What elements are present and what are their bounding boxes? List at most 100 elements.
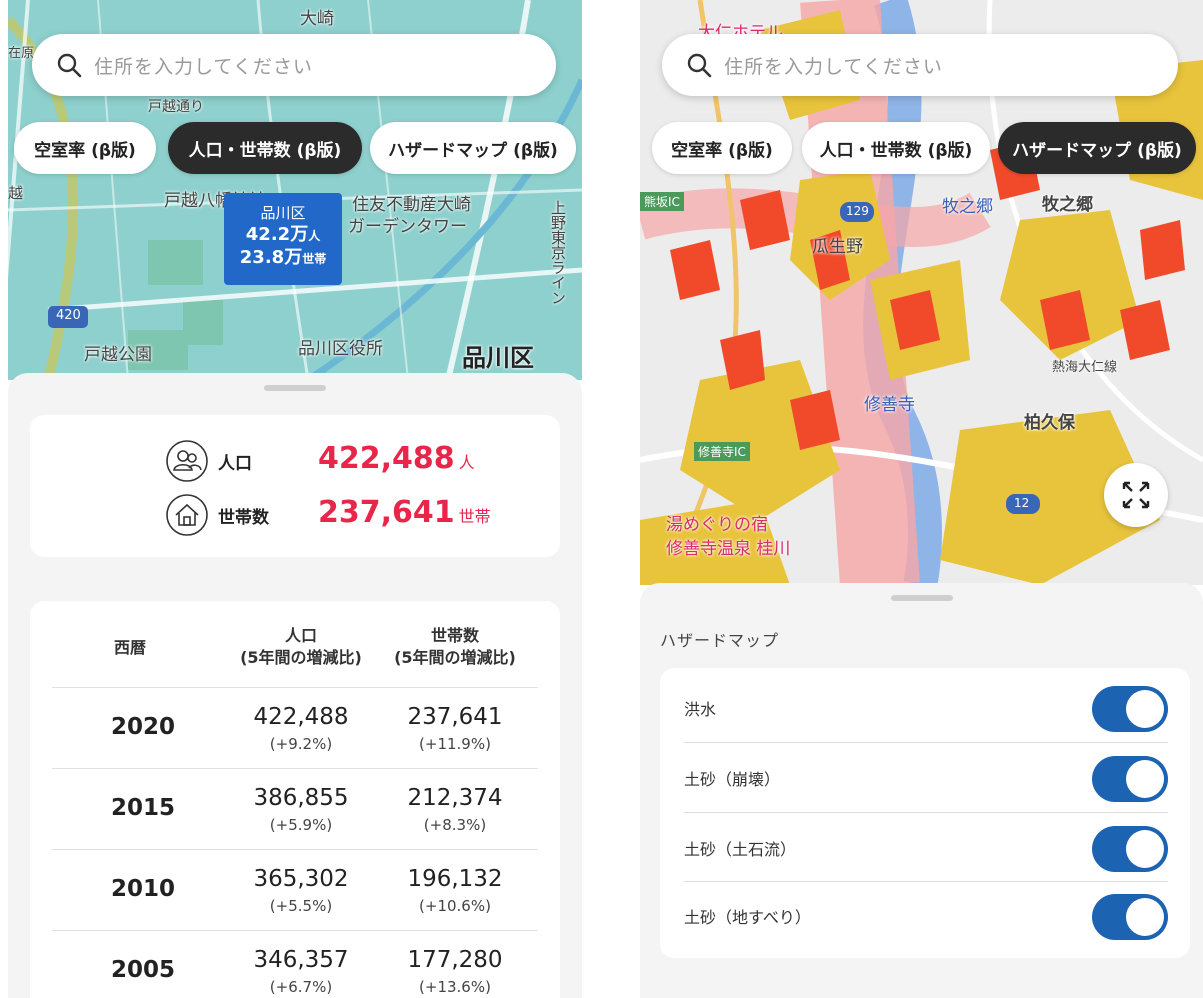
collapse-toggle[interactable] (1092, 756, 1168, 802)
population-unit: 人 (458, 453, 475, 472)
summary-card: 人口 422,488 人 世帯数 237,641 世帯 (30, 415, 560, 557)
row-households: 237,641 (407, 704, 503, 730)
callout-households: 23.8万 (239, 247, 303, 268)
search-placeholder: 住所を入力してください (724, 55, 943, 78)
callout-population-unit: 人 (308, 229, 321, 243)
hotel-label: 湯めぐりの宿 (666, 515, 768, 535)
row-households-change: (+8.3%) (423, 816, 487, 834)
layer-label: 洪水 (684, 700, 717, 719)
flood-toggle[interactable] (1092, 686, 1168, 732)
table-row: 2005 346,357 (+6.7%) 177,280 (+13.6%) (52, 930, 538, 998)
table-row: 2015 386,855 (+5.9%) 212,374 (+8.3%) (52, 768, 538, 849)
population-label: 人口 (218, 454, 252, 474)
households-unit: 世帯 (458, 507, 491, 526)
header-population: 人口 (5年間の増減比) (226, 625, 376, 669)
row-population: 346,357 (253, 947, 349, 973)
ward-office-label: 品川区役所 (298, 339, 383, 359)
street-label: 戸越通り (148, 99, 204, 115)
address-search-bar[interactable]: 住所を入力してください (32, 34, 556, 96)
row-households: 177,280 (407, 947, 503, 973)
population-value: 422,488 (318, 441, 455, 476)
row-population: 365,302 (253, 866, 349, 892)
row-population-change: (+6.7%) (269, 978, 333, 996)
park-label: 戸越公園 (84, 345, 152, 365)
area-label: 柏久保 (1024, 413, 1075, 433)
area-label: 牧之郷 (1042, 195, 1093, 215)
households-value: 237,641 (318, 495, 455, 530)
chip-population[interactable]: 人口・世帯数 (β版) (168, 122, 362, 174)
row-households: 212,374 (407, 785, 503, 811)
fullscreen-button[interactable] (1104, 463, 1168, 527)
callout-population: 42.2万 (245, 224, 309, 245)
place-label: 在原 (8, 46, 35, 61)
callout-ward-name: 品川区 (260, 204, 306, 222)
rail-line-label: 上野東京ライン (549, 200, 567, 305)
header-households-sub: (5年間の増減比) (394, 648, 516, 667)
callout-households-unit: 世帯 (302, 252, 327, 266)
ic-label: 熊坂IC (640, 192, 684, 211)
building-label: ガーデンタワー (348, 217, 467, 237)
row-year: 2005 (110, 957, 175, 983)
hazard-layer-list: 洪水 土砂（崩壊） 土砂（土石流） 土砂（地すべり） (660, 668, 1190, 958)
hazard-screen: 大仁ホテル 熊坂IC 129 牧之郷 牧之郷 瓜生野 熱海大仁線 修善寺 柏久保… (640, 0, 1203, 998)
chip-vacancy[interactable]: 空室率 (β版) (652, 122, 792, 174)
households-label: 世帯数 (218, 508, 269, 528)
row-households-change: (+11.9%) (419, 735, 491, 753)
row-year: 2010 (110, 876, 175, 902)
people-icon (166, 440, 208, 482)
section-title: ハザードマップ (660, 631, 780, 650)
layer-row-collapse: 土砂（崩壊） (684, 744, 1168, 812)
row-population-change: (+5.5%) (269, 897, 333, 915)
header-households-title: 世帯数 (430, 626, 479, 645)
population-screen: 大崎 在原 越 戸越通り 戸越八幡神社 住友不動産大崎 ガーデンタワー 上野東京… (8, 0, 582, 998)
divider (684, 812, 1168, 813)
row-population: 422,488 (253, 704, 349, 730)
landslide-toggle[interactable] (1092, 894, 1168, 940)
road-label: 熱海大仁線 (1052, 360, 1118, 375)
header-population-sub: (5年間の増減比) (240, 648, 362, 667)
layer-label: 土砂（土石流） (684, 840, 797, 859)
header-households: 世帯数 (5年間の増減比) (380, 625, 530, 669)
search-icon (57, 53, 82, 78)
ward-callout[interactable]: 品川区 42.2万人 23.8万世帯 (224, 193, 342, 285)
layer-row-landslide: 土砂（地すべり） (684, 882, 1168, 950)
layer-row-debris-flow: 土砂（土石流） (684, 814, 1168, 882)
hotel-label: 修善寺温泉 桂川 (666, 539, 791, 559)
row-population-change: (+5.9%) (269, 816, 333, 834)
place-label: 越 (8, 184, 24, 202)
sheet-drag-handle[interactable] (890, 595, 953, 601)
expand-icon (1122, 481, 1150, 509)
chip-vacancy[interactable]: 空室率 (β版) (14, 122, 156, 174)
row-households: 196,132 (407, 866, 503, 892)
row-year: 2015 (110, 795, 175, 821)
row-households-change: (+10.6%) (419, 897, 491, 915)
row-year: 2020 (110, 714, 175, 740)
chip-hazard[interactable]: ハザードマップ (β版) (998, 122, 1196, 174)
house-icon (166, 494, 208, 536)
layer-row-flood: 洪水 (684, 674, 1168, 742)
row-households-change: (+13.6%) (419, 978, 491, 996)
debris-flow-toggle[interactable] (1092, 826, 1168, 872)
population-table: 西暦 人口 (5年間の増減比) 世帯数 (5年間の増減比) 2020 422,4… (30, 601, 560, 998)
route-shield: 129 (846, 204, 869, 218)
search-icon (687, 53, 712, 78)
header-year: 西暦 (113, 638, 146, 657)
station-label: 大崎 (300, 9, 334, 29)
table-row: 2010 365,302 (+5.5%) 196,132 (+10.6%) (52, 849, 538, 930)
population-summary: 人口 422,488 人 (30, 437, 560, 485)
bottom-sheet: 人口 422,488 人 世帯数 237,641 世帯 西暦 人口 (5年間の増減比… (8, 373, 582, 998)
chip-population[interactable]: 人口・世帯数 (β版) (802, 122, 990, 174)
station-label: 修善寺 (864, 395, 915, 415)
ward-name-label: 品川区 (462, 344, 534, 372)
address-search-bar[interactable]: 住所を入力してください (662, 34, 1178, 96)
header-population-title: 人口 (284, 626, 317, 645)
sheet-drag-handle[interactable] (264, 385, 326, 391)
divider (684, 742, 1168, 743)
row-population: 386,855 (253, 785, 349, 811)
table-row: 2020 422,488 (+9.2%) 237,641 (+11.9%) (52, 687, 538, 768)
area-label: 瓜生野 (812, 237, 863, 257)
households-summary: 世帯数 237,641 世帯 (30, 491, 560, 539)
row-population-change: (+9.2%) (269, 735, 333, 753)
chip-hazard[interactable]: ハザードマップ (β版) (370, 122, 576, 174)
route-shield: 420 (56, 308, 81, 323)
